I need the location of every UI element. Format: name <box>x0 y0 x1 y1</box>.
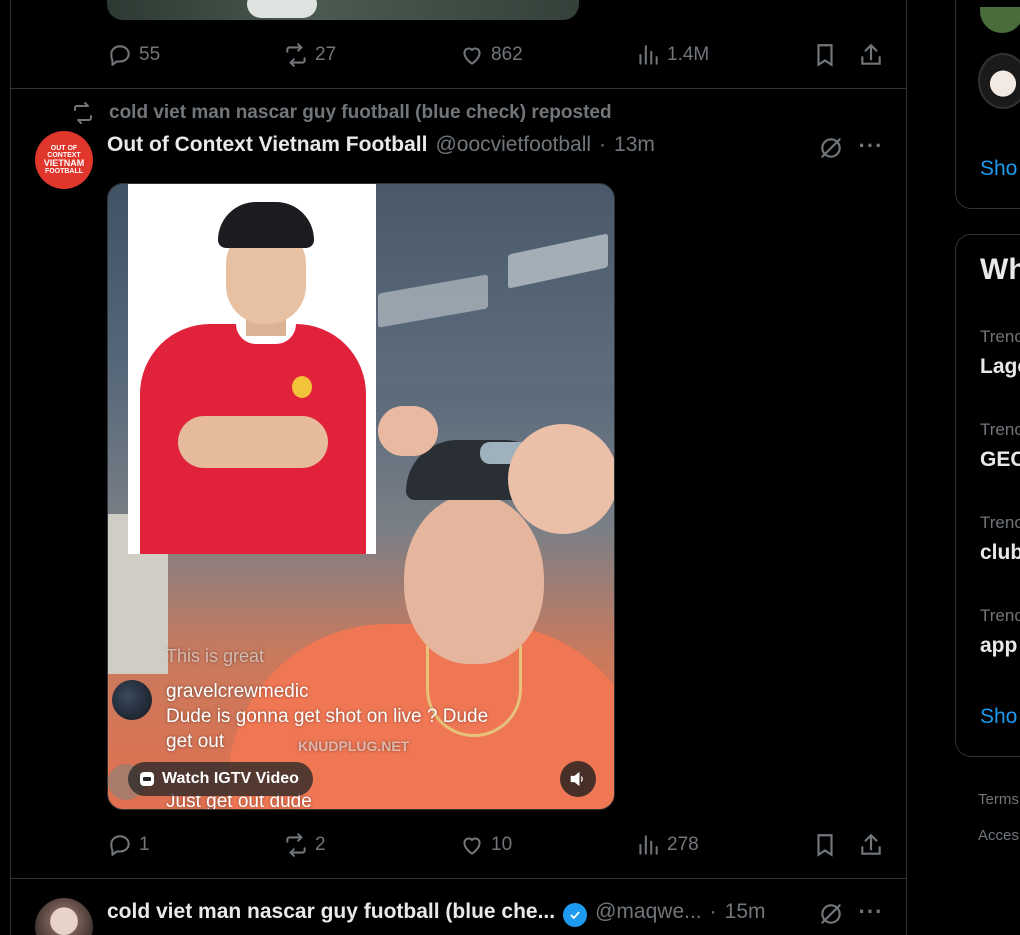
reply-count: 55 <box>139 44 161 65</box>
trend-label: Trenc <box>980 606 1020 625</box>
trend-item[interactable]: GEC <box>980 448 1020 472</box>
more-options-icon[interactable]: ··· <box>856 897 886 927</box>
share-button[interactable] <box>856 830 886 860</box>
commenter-name: gravelcrewmedic <box>166 681 309 702</box>
bookmark-button[interactable] <box>810 830 840 860</box>
like-button[interactable]: 10 <box>459 830 512 860</box>
separator: · <box>599 133 607 156</box>
display-name[interactable]: cold viet man nascar guy fuotball (blue … <box>107 900 555 924</box>
who-to-follow-panel: Sho <box>955 0 1020 209</box>
speaker-icon <box>570 771 583 787</box>
trends-panel: Wh Trenc Lago Trenc GEC Trenc club Trenc… <box>955 234 1020 757</box>
bookmark-button[interactable] <box>810 40 840 70</box>
overlay-comment-faded: This is great <box>166 646 265 666</box>
bookmark-icon <box>817 44 833 67</box>
repost-count: 2 <box>315 834 326 855</box>
tweet-divider <box>11 88 906 89</box>
trend-item[interactable]: app <box>980 634 1017 658</box>
tweet-actions: 1 2 10 278 <box>107 830 887 860</box>
timeline-feed: 55 27 862 1.4M cold viet man nascar guy … <box>10 0 907 935</box>
previous-tweet-media[interactable] <box>107 0 579 20</box>
tweet-header: Out of Context Vietnam Football @oocviet… <box>107 133 655 157</box>
reply-icon <box>110 835 130 856</box>
views-count: 1.4M <box>667 44 710 65</box>
show-more-link[interactable]: Sho <box>980 157 1017 181</box>
show-more-link[interactable]: Sho <box>980 705 1017 729</box>
handle[interactable]: @maqwe... <box>595 900 702 924</box>
trend-label: Trenc <box>980 420 1020 439</box>
like-count: 862 <box>491 44 523 65</box>
comment-line-2: get out <box>166 731 225 752</box>
commenter-avatar <box>112 680 152 720</box>
like-count: 10 <box>491 834 513 855</box>
tv-icon <box>140 772 154 786</box>
timestamp[interactable]: 15m <box>725 900 766 924</box>
views-icon <box>639 835 658 855</box>
volume-button[interactable] <box>560 761 596 797</box>
trend-label: Trenc <box>980 327 1020 346</box>
bookmark-icon <box>817 834 833 857</box>
repost-icon <box>286 43 306 67</box>
grok-button[interactable] <box>816 133 846 163</box>
trend-label: Trenc <box>980 513 1020 532</box>
footer-terms-link[interactable]: Terms <box>978 791 1019 808</box>
trend-item[interactable]: Lago <box>980 355 1020 379</box>
grok-icon <box>821 904 841 924</box>
heart-icon <box>463 47 481 65</box>
display-name[interactable]: Out of Context Vietnam Football <box>107 133 427 157</box>
avatar[interactable] <box>978 53 1020 109</box>
share-icon <box>861 833 881 855</box>
right-sidebar: Sho Wh Trenc Lago Trenc GEC Trenc club T… <box>955 0 1020 935</box>
avatar[interactable] <box>35 898 93 935</box>
repost-context[interactable]: cold viet man nascar guy fuotball (blue … <box>71 101 612 125</box>
share-button[interactable] <box>856 40 886 70</box>
repost-count: 27 <box>315 44 337 65</box>
repost-icon <box>286 833 306 857</box>
views-button[interactable]: 1.4M <box>635 40 709 70</box>
handle[interactable]: @oocvietfootball <box>435 133 591 157</box>
next-tweet-header: cold viet man nascar guy fuotball (blue … <box>107 899 766 927</box>
watch-igtv-button[interactable]: Watch IGTV Video <box>128 762 313 796</box>
repost-context-text: cold viet man nascar guy fuotball (blue … <box>109 102 612 123</box>
reply-icon <box>110 45 130 66</box>
repost-button[interactable]: 2 <box>283 830 326 860</box>
comment-line-1: Dude is gonna get shot on live ? Dude <box>166 706 489 727</box>
avatar-text-line-3: FOOTBALL <box>44 168 84 175</box>
previous-tweet-actions: 55 27 862 1.4M <box>107 40 887 70</box>
avatar[interactable] <box>980 7 1020 33</box>
reply-count: 1 <box>139 834 150 855</box>
grok-button[interactable] <box>816 899 846 929</box>
heart-icon <box>463 837 481 855</box>
avatar-text-line-2: VIETNAM <box>43 158 85 168</box>
watermark: KNUDPLUG.NET <box>298 738 410 754</box>
repost-icon <box>74 102 92 124</box>
verified-badge-icon <box>563 903 588 927</box>
avatar-text-line-1: OUT OF CONTEXT <box>47 145 81 159</box>
avatar[interactable]: OUT OF CONTEXT VIETNAM FOOTBALL <box>35 131 93 189</box>
timestamp[interactable]: 13m <box>614 133 655 157</box>
views-count: 278 <box>667 834 699 855</box>
tweet-media[interactable]: This is great gravelcrewmedic Dude is go… <box>107 183 615 810</box>
more-options-icon[interactable]: ··· <box>856 131 886 161</box>
grok-icon <box>821 138 841 158</box>
footer-accessibility-link[interactable]: Acces <box>978 827 1019 844</box>
reply-button[interactable]: 55 <box>107 40 160 70</box>
tweet-divider <box>11 878 906 879</box>
views-button[interactable]: 278 <box>635 830 699 860</box>
igtv-label: Watch IGTV Video <box>162 770 299 787</box>
share-icon <box>861 43 881 65</box>
player-photo-inset <box>128 184 376 554</box>
reply-button[interactable]: 1 <box>107 830 150 860</box>
views-icon <box>639 45 658 65</box>
section-title: Wh <box>980 253 1020 286</box>
trend-item[interactable]: club <box>980 541 1020 565</box>
separator: · <box>709 900 717 923</box>
repost-button[interactable]: 27 <box>283 40 336 70</box>
like-button[interactable]: 862 <box>459 40 523 70</box>
